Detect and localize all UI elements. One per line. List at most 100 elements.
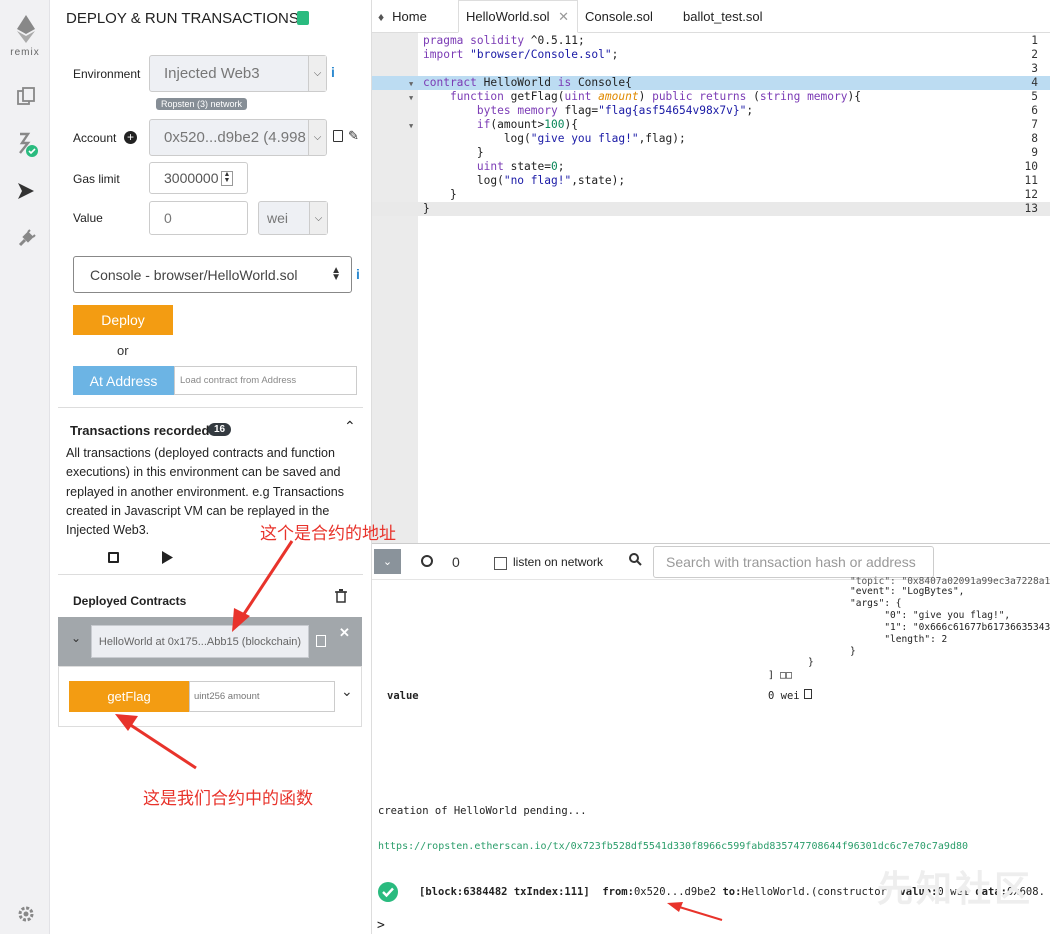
info-icon[interactable]: i (356, 266, 360, 282)
file-explorer-icon[interactable] (14, 84, 38, 108)
chevron-down-icon: ⌵ (308, 120, 326, 155)
contract-select[interactable]: Console - browser/HelloWorld.sol ▲ ▼ (73, 256, 352, 293)
line-number: 10 (1024, 160, 1038, 173)
code-editor[interactable]: 1 2 3 4 5 6 7 8 9 10 11 12 13 ▼ ▼ ▼ prag… (372, 33, 1050, 543)
deployed-instance-header[interactable]: ⌄ HelloWorld at 0x175...Abb15 (blockchai… (58, 617, 362, 666)
play-icon[interactable] (161, 551, 173, 567)
getflag-button[interactable]: getFlag (69, 681, 189, 712)
at-address-button[interactable]: At Address (73, 366, 174, 395)
close-icon[interactable]: ✕ (558, 9, 569, 25)
tab-label: HelloWorld.sol (466, 9, 550, 24)
code-line-5: function getFlag(uint amount) public ret… (449, 90, 861, 103)
tx-detail-value: 0 wei (768, 690, 800, 702)
line-number: 6 (1031, 104, 1038, 117)
icon-sidebar: remix (0, 0, 50, 934)
account-value: 0x520...d9be2 (4.998 (164, 129, 306, 146)
line-number: 11 (1024, 174, 1038, 187)
collapse-terminal-icon[interactable]: ⌄ (374, 549, 401, 574)
code-line-13: } (423, 202, 430, 215)
tab-home[interactable]: ♦ Home (378, 0, 427, 33)
line-number: 2 (1031, 48, 1038, 61)
docs-icon[interactable] (297, 11, 309, 25)
cursor-line-highlight (372, 202, 1050, 216)
copy-icon[interactable] (333, 130, 343, 142)
environment-value: Injected Web3 (164, 65, 260, 82)
terminal-toolbar: ⌄ 0 listen on network Search with transa… (372, 544, 1050, 580)
chevron-down-icon[interactable]: ⌄ (341, 683, 353, 700)
copy-icon[interactable] (804, 689, 812, 699)
plugin-manager-icon[interactable] (14, 227, 38, 251)
code-line-8: log("give you flag!",flag); (423, 132, 686, 145)
value-amount: 0 (164, 210, 172, 226)
fold-icon[interactable]: ▼ (409, 91, 413, 105)
chevron-up-icon[interactable]: ⌃ (344, 418, 356, 435)
deployed-contracts-label: Deployed Contracts (73, 594, 187, 608)
remix-logo-text: remix (10, 47, 40, 58)
tx-block-info: [block:6384482 txIndex:111] (419, 886, 590, 898)
close-icon[interactable]: ✕ (339, 625, 350, 641)
tab-label: Console.sol (585, 9, 653, 24)
contract-address-annotation: 这个是合约的地址 (260, 524, 396, 544)
fold-icon[interactable]: ▼ (409, 77, 413, 91)
log-line: "length": 2 (850, 634, 948, 645)
add-account-icon[interactable]: + (124, 131, 137, 144)
value-unit-select[interactable]: wei ⌵ (258, 201, 328, 235)
panel-title: DEPLOY & RUN TRANSACTIONS (66, 10, 299, 27)
value-label: Value (73, 211, 103, 225)
line-number: 5 (1031, 90, 1038, 103)
tx-from: 0x520...d9be2 (633, 886, 717, 898)
code-line-2: import "browser/Console.sol"; (423, 48, 619, 61)
code-line-11: log("no flag!",state); (423, 174, 626, 187)
remix-logo-icon[interactable] (14, 14, 38, 44)
compile-icon[interactable] (14, 132, 38, 157)
environment-select[interactable]: Injected Web3 ⌵ (149, 55, 327, 92)
log-line: } (808, 657, 814, 668)
clear-console-icon[interactable] (421, 555, 433, 567)
deployed-instance-name: HelloWorld at 0x175...Abb15 (blockchain) (91, 625, 309, 658)
terminal-panel: ⌄ 0 listen on network Search with transa… (372, 543, 1050, 934)
sort-icon: ▲ ▼ (331, 265, 341, 283)
deploy-button[interactable]: Deploy (73, 305, 173, 335)
save-icon[interactable] (108, 552, 119, 563)
listen-network-checkbox[interactable] (494, 557, 507, 570)
gas-limit-input[interactable]: 3000000 ▲ ▼ (149, 162, 248, 194)
copy-icon[interactable] (316, 635, 326, 647)
settings-icon[interactable] (14, 902, 38, 926)
pending-message: creation of HelloWorld pending... (378, 805, 587, 817)
account-label: Account (73, 131, 117, 145)
terminal-prompt[interactable]: > (377, 918, 385, 933)
tx-to-label: to: (722, 886, 742, 898)
etherscan-link[interactable]: https://ropsten.etherscan.io/tx/0x723fb5… (378, 841, 968, 852)
copy-icon[interactable]: ] □□ (768, 670, 792, 681)
edit-icon[interactable]: ✎ (348, 128, 359, 144)
tx-detail-key: value (387, 690, 419, 702)
tx-from-label: from: (602, 886, 634, 898)
code-line-10: uint state=0; (476, 160, 565, 173)
remix-logo-icon: ♦ (378, 9, 385, 24)
editor-tabs: ♦ Home HelloWorld.sol ✕ Console.sol ball… (372, 0, 1050, 33)
value-input[interactable]: 0 (149, 201, 248, 235)
line-number: 9 (1031, 146, 1038, 159)
code-line-4: contract HelloWorld is Console{ (423, 76, 632, 89)
at-address-input[interactable]: Load contract from Address (174, 366, 357, 395)
chevron-down-icon[interactable]: ⌄ (71, 631, 81, 645)
trash-icon[interactable] (335, 589, 347, 606)
success-check-icon (378, 882, 398, 902)
line-gutter (372, 33, 418, 543)
line-number: 8 (1031, 132, 1038, 145)
tab-console[interactable]: Console.sol (585, 0, 653, 33)
code-line-7: if(amount>100){ (476, 118, 578, 131)
tx-recorded-label: Transactions recorded: (70, 423, 214, 438)
function-param-input[interactable]: uint256 amount (189, 681, 335, 712)
log-line: } (850, 646, 856, 657)
fold-icon[interactable]: ▼ (409, 119, 413, 133)
info-icon[interactable]: i (331, 64, 335, 80)
tab-helloworld[interactable]: HelloWorld.sol ✕ (458, 0, 578, 33)
account-select[interactable]: 0x520...d9be2 (4.998 ⌵ (149, 119, 327, 156)
terminal-search-input[interactable]: Search with transaction hash or address (653, 546, 934, 578)
deploy-run-icon[interactable] (14, 179, 38, 203)
tab-ballot-test[interactable]: ballot_test.sol (683, 0, 763, 33)
or-label: or (117, 343, 129, 358)
stepper-icon[interactable]: ▲ ▼ (221, 171, 233, 186)
log-line: "args": { (850, 598, 902, 609)
